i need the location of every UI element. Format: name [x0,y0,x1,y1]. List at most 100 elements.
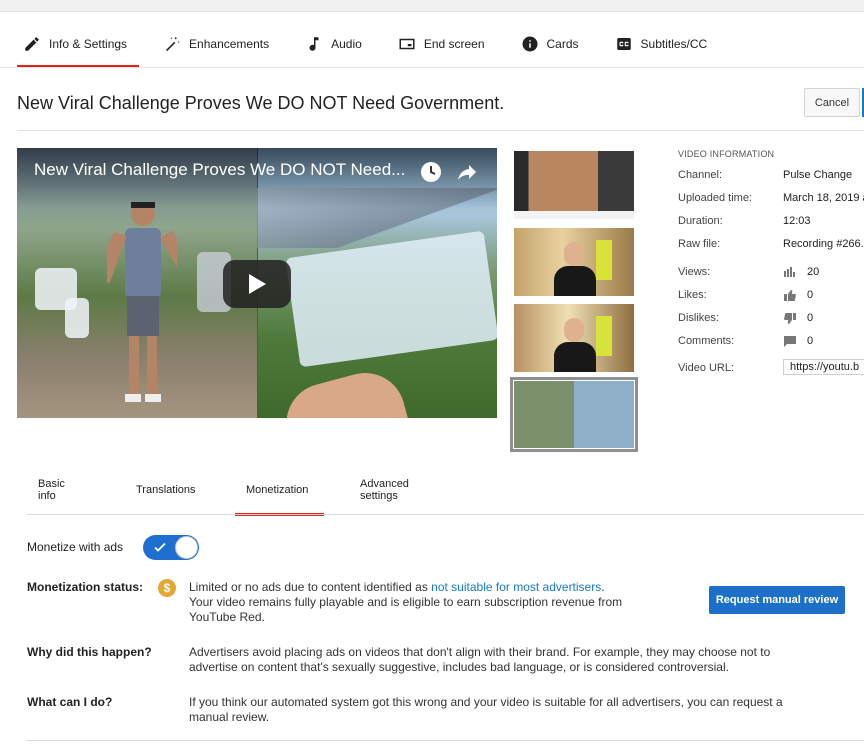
why-line: Advertisers avoid placing ads on videos … [189,645,771,659]
channel-value: Pulse Change [783,169,853,181]
tab-translations[interactable]: Translations [125,466,207,514]
dollar-icon: $ [158,579,176,597]
player-title: New Viral Challenge Proves We DO NOT Nee… [34,160,406,179]
tab-advanced-settings[interactable]: Advanced settings [349,466,420,514]
duration-row: Duration: 12:03 [678,213,811,229]
thumbnail-option-selected[interactable] [510,377,638,452]
music-note-icon [309,37,319,51]
status-text: Limited or no ads due to content identif… [189,580,432,594]
tab-label: Cards [546,37,579,51]
thumb-flag [596,240,612,280]
thumb-bar [514,211,634,219]
tab-info-settings[interactable]: Info & Settings [17,22,140,68]
status-line: Your video remains fully playable and is… [189,595,623,609]
pencil-icon [25,37,39,51]
top-strip [0,0,864,12]
magic-wand-icon [166,36,180,52]
thumbs-down-icon [784,312,796,324]
thumbnail-option-3[interactable] [514,304,634,372]
tab-cards[interactable]: Cards [515,22,585,66]
thumb-shirt [554,342,596,372]
thumbs-up-icon [784,289,796,301]
tab-enhancements[interactable]: Enhancements [157,22,275,66]
video-player[interactable]: New Viral Challenge Proves We DO NOT Nee… [17,148,497,418]
thumbnail-image [514,381,634,448]
views-value: 20 [807,266,820,278]
divider [0,67,864,68]
duration-label: Duration: [678,215,723,227]
comments-row: Comments: 0 [678,333,813,349]
thumb-flag [596,316,612,356]
views-label: Views: [678,266,711,278]
dislikes-value: 0 [807,312,814,324]
tab-label: Translations [136,484,196,496]
thumbnail-option-1[interactable] [514,151,634,219]
thumb-shirt [554,266,596,296]
uploaded-row: Uploaded time: March 18, 2019 a [678,190,864,206]
tab-subtitles[interactable]: Subtitles/CC [609,22,714,66]
why-line: advertise on content that's sexually sug… [189,660,729,674]
rawfile-label: Raw file: [678,238,721,250]
rawfile-value: Recording #266. [783,238,864,250]
url-label: Video URL: [678,362,735,374]
not-suitable-link[interactable]: not suitable for most advertisers [431,580,601,594]
toggle-knob [175,536,198,559]
page-title: New Viral Challenge Proves We DO NOT Nee… [17,93,505,113]
monetization-status-text: Limited or no ads due to content identif… [189,580,622,625]
info-circle-icon [522,36,538,52]
divider [27,740,864,741]
cancel-button[interactable]: Cancel [804,88,860,117]
comments-value: 0 [807,335,814,347]
tab-end-screen[interactable]: End screen [392,22,491,66]
rawfile-row: Raw file: Recording #266. [678,236,864,252]
dislikes-label: Dislikes: [678,312,719,324]
what-label: What can I do? [27,695,113,709]
tab-monetization[interactable]: Monetization [235,466,324,516]
monetize-toggle-label: Monetize with ads [27,540,124,554]
tab-label: Basic info [38,478,65,502]
play-icon [249,274,266,294]
tab-label: Advanced settings [360,478,409,502]
views-row: Views: 20 [678,264,819,280]
dislikes-row: Dislikes: 0 [678,310,813,326]
thumb-face [564,318,584,342]
why-text: Advertisers avoid placing ads on videos … [189,645,770,675]
what-text: If you think our automated system got th… [189,695,783,725]
status-line: YouTube Red. [189,610,265,624]
channel-label: Channel: [678,169,723,181]
status-text-end: . [601,580,605,594]
bar-chart-icon [784,267,795,277]
comment-icon [784,335,796,347]
tab-audio[interactable]: Audio [299,22,368,66]
channel-row: Channel: Pulse Change [678,167,852,183]
monetize-toggle[interactable] [143,535,199,560]
likes-value: 0 [807,289,814,301]
uploaded-label: Uploaded time: [678,192,752,204]
tab-label: Enhancements [189,37,270,51]
cc-icon [616,38,631,50]
video-info-heading: VIDEO INFORMATION [678,149,775,159]
uploaded-value: March 18, 2019 a [783,192,864,204]
url-row: Video URL: [678,360,783,376]
watch-later-icon[interactable] [419,160,443,184]
monetization-status-label: Monetization status: [27,580,143,594]
comments-label: Comments: [678,335,735,347]
likes-row: Likes: 0 [678,287,813,303]
divider [27,514,864,515]
play-button[interactable] [223,260,291,308]
share-icon[interactable] [455,160,479,184]
request-manual-review-button[interactable]: Request manual review [709,586,845,614]
thumbnail-option-2[interactable] [514,228,634,296]
tab-label: Info & Settings [49,37,128,51]
likes-label: Likes: [678,289,707,301]
tab-basic-info[interactable]: Basic info [27,466,76,514]
divider [17,130,864,131]
plastic-bag [65,298,89,338]
thumb-face [564,242,584,266]
tab-label: Subtitles/CC [640,37,708,51]
end-screen-icon [399,38,415,50]
person-figure [107,202,177,402]
why-label: Why did this happen? [27,645,152,659]
tab-label: End screen [423,37,485,51]
video-url-field[interactable]: https://youtu.b [783,359,864,375]
